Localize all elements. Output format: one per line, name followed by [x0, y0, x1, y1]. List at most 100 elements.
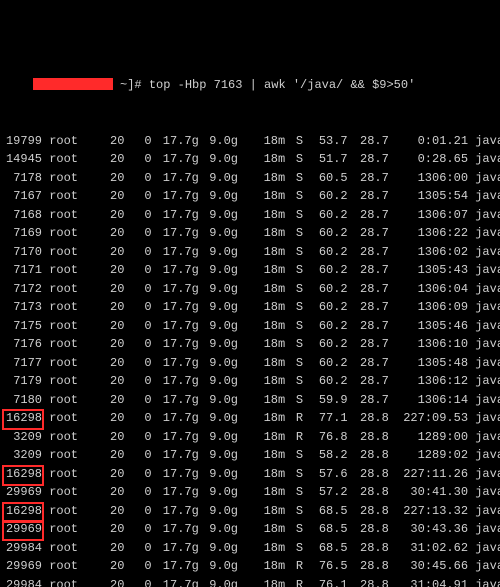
- col-cmd: java: [475, 576, 500, 587]
- col-pr: 20: [94, 372, 124, 391]
- col-time: 1289:00: [396, 428, 468, 447]
- col-pid: 3209: [4, 446, 42, 465]
- col-s: S: [292, 169, 306, 188]
- col-user: root: [49, 243, 87, 262]
- col-s: R: [292, 576, 306, 587]
- col-res: 9.0g: [206, 372, 238, 391]
- col-ni: 0: [132, 428, 152, 447]
- col-res: 9.0g: [206, 465, 238, 484]
- col-shr: 18m: [245, 502, 285, 521]
- col-time: 0:01.21: [396, 132, 468, 151]
- col-pr: 20: [94, 409, 124, 428]
- col-cpu: 57.6: [314, 465, 348, 484]
- col-virt: 17.7g: [159, 132, 199, 151]
- col-shr: 18m: [245, 409, 285, 428]
- col-cmd: java: [475, 280, 500, 299]
- col-pid: 7167: [4, 187, 42, 206]
- col-time: 1306:04: [396, 280, 468, 299]
- col-cpu: 53.7: [314, 132, 348, 151]
- col-cmd: java: [475, 317, 500, 336]
- col-pr: 20: [94, 335, 124, 354]
- col-shr: 18m: [245, 428, 285, 447]
- col-user: root: [49, 298, 87, 317]
- col-user: root: [49, 557, 87, 576]
- terminal[interactable]: ~]# top -Hbp 7163 | awk '/java/ && $9>50…: [0, 0, 500, 587]
- col-cpu: 51.7: [314, 150, 348, 169]
- col-time: 1306:02: [396, 243, 468, 262]
- col-user: root: [49, 372, 87, 391]
- col-ni: 0: [132, 520, 152, 539]
- process-row: 7172 root 20 0 17.7g 9.0g 18m S 60.2 28.…: [0, 280, 500, 299]
- col-ni: 0: [132, 298, 152, 317]
- col-mem: 28.7: [355, 224, 389, 243]
- col-shr: 18m: [245, 187, 285, 206]
- col-pid: 7177: [4, 354, 42, 373]
- col-virt: 17.7g: [159, 409, 199, 428]
- col-user: root: [49, 224, 87, 243]
- col-mem: 28.7: [355, 280, 389, 299]
- col-cpu: 60.2: [314, 280, 348, 299]
- col-time: 1305:43: [396, 261, 468, 280]
- col-mem: 28.8: [355, 465, 389, 484]
- col-res: 9.0g: [206, 391, 238, 410]
- col-cpu: 58.2: [314, 446, 348, 465]
- col-res: 9.0g: [206, 354, 238, 373]
- col-ni: 0: [132, 187, 152, 206]
- col-user: root: [49, 446, 87, 465]
- process-row: 16298 root 20 0 17.7g 9.0g 18m R 77.1 28…: [0, 409, 500, 428]
- col-virt: 17.7g: [159, 187, 199, 206]
- col-cpu: 60.5: [314, 169, 348, 188]
- process-row: 7179 root 20 0 17.7g 9.0g 18m S 60.2 28.…: [0, 372, 500, 391]
- col-res: 9.0g: [206, 576, 238, 587]
- col-cpu: 60.2: [314, 261, 348, 280]
- col-virt: 17.7g: [159, 576, 199, 587]
- col-pr: 20: [94, 187, 124, 206]
- col-time: 1306:09: [396, 298, 468, 317]
- col-virt: 17.7g: [159, 280, 199, 299]
- process-row: 19799 root 20 0 17.7g 9.0g 18m S 53.7 28…: [0, 132, 500, 151]
- col-shr: 18m: [245, 132, 285, 151]
- col-res: 9.0g: [206, 428, 238, 447]
- col-pid: 7178: [4, 169, 42, 188]
- col-virt: 17.7g: [159, 335, 199, 354]
- col-time: 30:45.66: [396, 557, 468, 576]
- process-row: 7175 root 20 0 17.7g 9.0g 18m S 60.2 28.…: [0, 317, 500, 336]
- col-cmd: java: [475, 391, 500, 410]
- col-time: 1289:02: [396, 446, 468, 465]
- col-mem: 28.8: [355, 409, 389, 428]
- col-mem: 28.7: [355, 261, 389, 280]
- col-mem: 28.8: [355, 483, 389, 502]
- col-mem: 28.7: [355, 169, 389, 188]
- col-time: 0:28.65: [396, 150, 468, 169]
- col-ni: 0: [132, 539, 152, 558]
- col-mem: 28.8: [355, 576, 389, 587]
- col-time: 1306:00: [396, 169, 468, 188]
- col-res: 9.0g: [206, 280, 238, 299]
- col-ni: 0: [132, 280, 152, 299]
- col-user: root: [49, 465, 87, 484]
- col-user: root: [49, 132, 87, 151]
- col-mem: 28.7: [355, 391, 389, 410]
- col-mem: 28.7: [355, 243, 389, 262]
- col-virt: 17.7g: [159, 243, 199, 262]
- col-res: 9.0g: [206, 187, 238, 206]
- col-pid: 7170: [4, 243, 42, 262]
- process-row: 7177 root 20 0 17.7g 9.0g 18m S 60.2 28.…: [0, 354, 500, 373]
- col-pr: 20: [94, 354, 124, 373]
- col-time: 1306:22: [396, 224, 468, 243]
- col-cpu: 76.8: [314, 428, 348, 447]
- col-s: S: [292, 372, 306, 391]
- col-cpu: 68.5: [314, 502, 348, 521]
- col-s: S: [292, 150, 306, 169]
- col-cpu: 60.2: [314, 354, 348, 373]
- col-res: 9.0g: [206, 520, 238, 539]
- col-user: root: [49, 539, 87, 558]
- col-virt: 17.7g: [159, 391, 199, 410]
- col-cpu: 60.2: [314, 187, 348, 206]
- col-mem: 28.7: [355, 335, 389, 354]
- col-time: 31:04.91: [396, 576, 468, 587]
- col-s: S: [292, 298, 306, 317]
- col-res: 9.0g: [206, 409, 238, 428]
- col-cpu: 68.5: [314, 520, 348, 539]
- col-virt: 17.7g: [159, 224, 199, 243]
